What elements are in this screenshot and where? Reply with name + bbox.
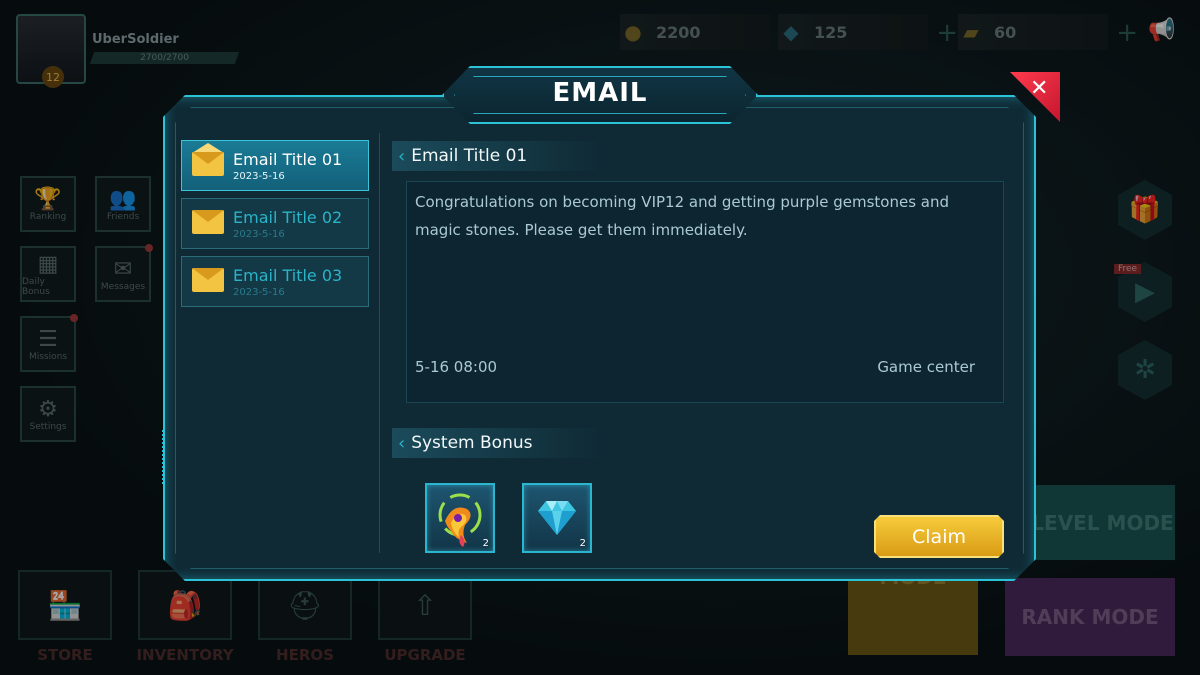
chevron-left-icon: ‹ [398, 432, 406, 454]
claim-button[interactable]: Claim [874, 515, 1004, 558]
message-body: Congratulations on becoming VIP12 and ge… [415, 193, 950, 239]
bonus-heading: System Bonus [411, 433, 533, 453]
email-item-date: 2023-5-16 [233, 229, 285, 240]
email-list: Email Title 01 2023-5-16 Email Title 02 … [176, 133, 380, 553]
email-item-title: Email Title 01 [233, 150, 343, 169]
email-detail-title: Email Title 01 [411, 146, 528, 166]
message-sender: Game center [877, 358, 975, 376]
email-item-title: Email Title 03 [233, 266, 343, 285]
frame-accent [162, 430, 164, 486]
email-item-2[interactable]: Email Title 02 2023-5-16 [181, 198, 369, 249]
reward-count: 2 [482, 538, 489, 549]
reward-item-diamond[interactable]: 2 [522, 483, 592, 553]
chevron-left-icon: ‹ [398, 145, 406, 167]
email-detail-header: ‹ Email Title 01 [392, 141, 602, 171]
open-envelope-icon [192, 143, 224, 176]
email-item-date: 2023-5-16 [233, 171, 285, 182]
modal-title: EMAIL [552, 78, 648, 108]
email-item-1[interactable]: Email Title 01 2023-5-16 [181, 140, 369, 191]
reward-count: 2 [579, 538, 586, 549]
envelope-icon [192, 268, 224, 292]
envelope-icon [192, 210, 224, 234]
email-item-3[interactable]: Email Title 03 2023-5-16 [181, 256, 369, 307]
bonus-header: ‹ System Bonus [392, 428, 602, 458]
message-box: Congratulations on becoming VIP12 and ge… [406, 181, 1004, 403]
email-item-title: Email Title 02 [233, 208, 343, 227]
reward-item-magic-stone[interactable]: 2 [425, 483, 495, 553]
email-item-date: 2023-5-16 [233, 287, 285, 298]
close-icon[interactable]: ✕ [1030, 76, 1048, 101]
message-time: 5-16 08:00 [415, 358, 498, 376]
